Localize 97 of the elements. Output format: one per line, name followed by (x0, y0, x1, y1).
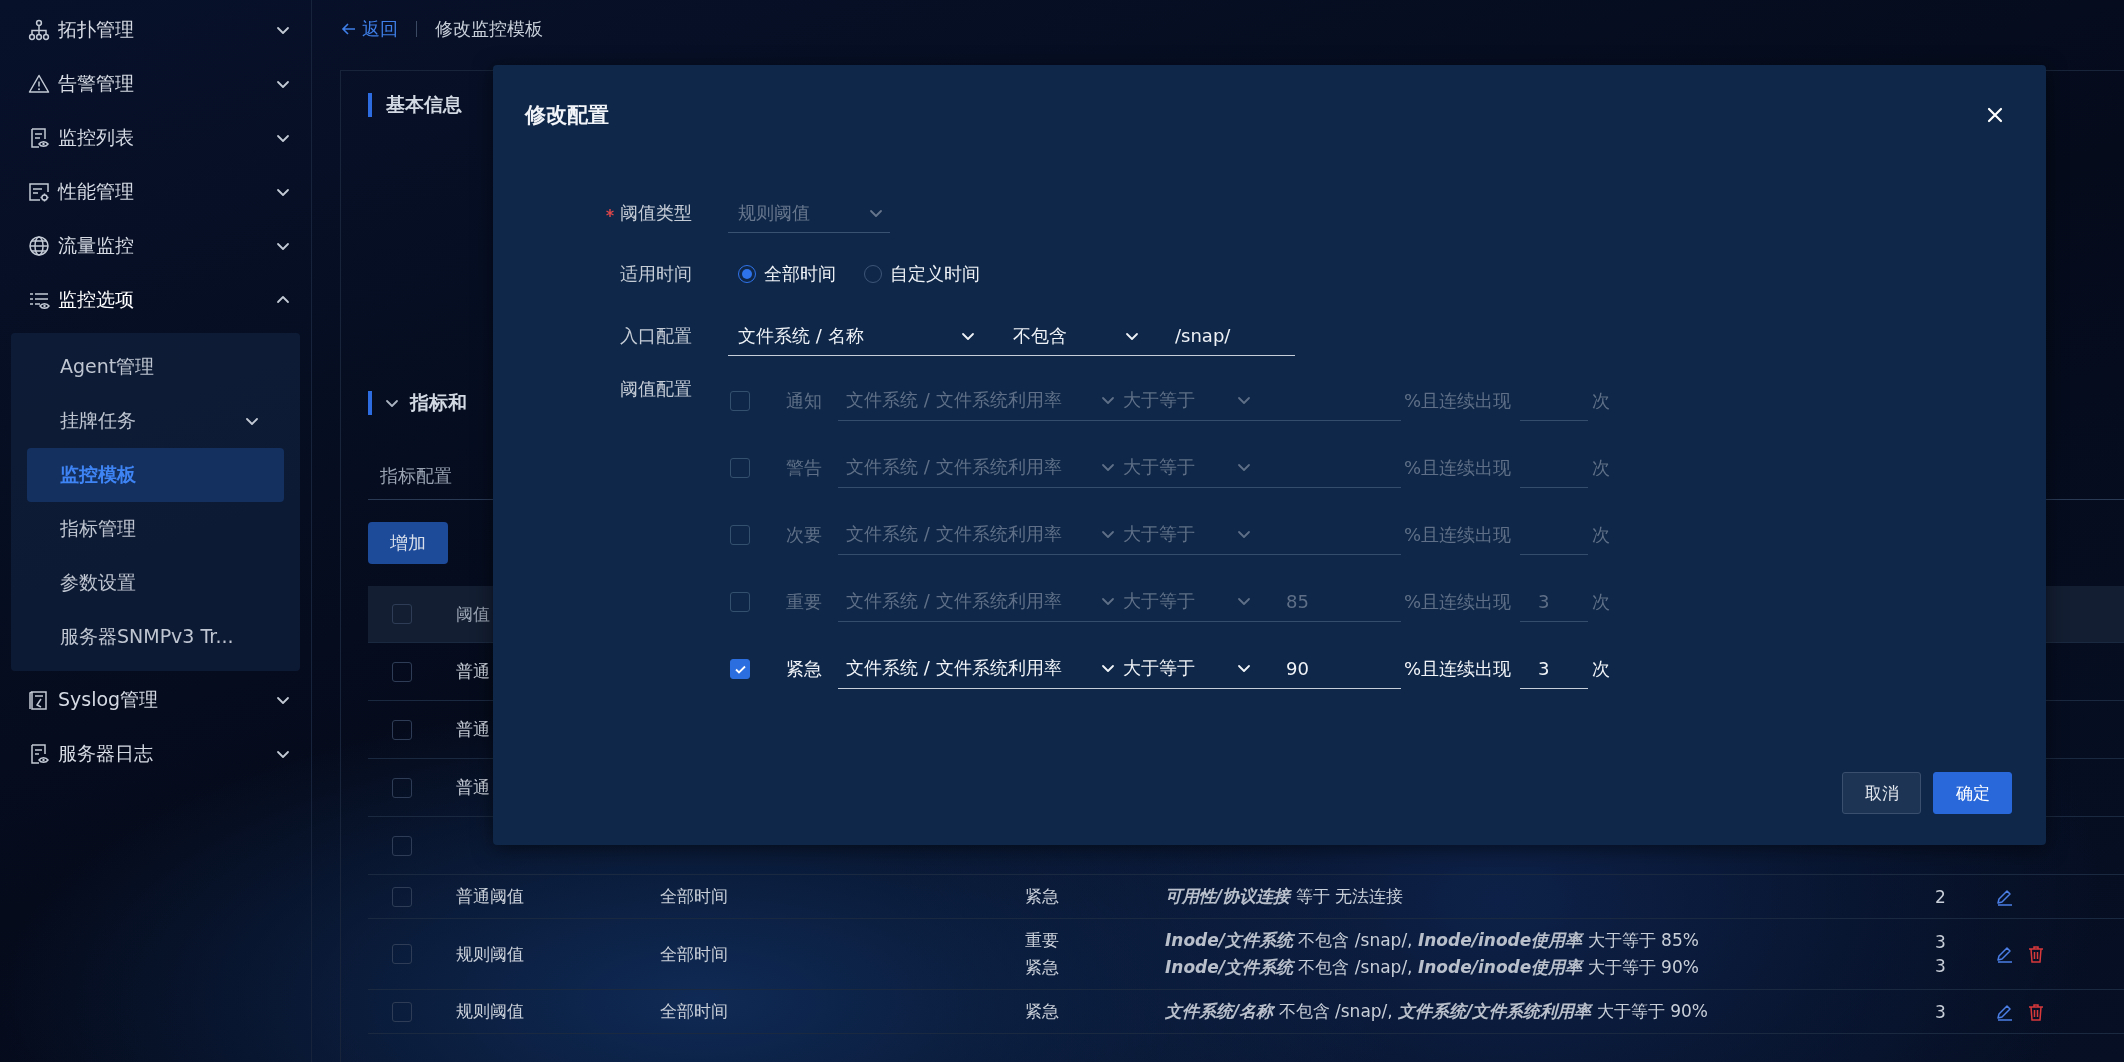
submenu-item[interactable]: 监控模板 (27, 448, 284, 502)
back-link[interactable]: 返回 (340, 17, 398, 41)
table-cell-text: 普通 (456, 718, 491, 741)
close-icon[interactable] (1986, 106, 2004, 124)
operator-select[interactable]: 不包含 (996, 316, 1150, 356)
checkbox[interactable] (392, 1001, 412, 1022)
value-field[interactable]: /snap/ (1150, 316, 1295, 356)
field-label: 阈值类型 (620, 201, 692, 225)
column-header: 阈值 (456, 602, 491, 626)
table-cell-text: 3 (1935, 932, 1947, 952)
submenu-item[interactable]: 服务器SNMPv3 Tr... (27, 610, 284, 664)
menu-item[interactable]: 拓扑管理 (0, 3, 311, 57)
field-label: %且连续出现 (1404, 388, 1513, 413)
field-label: 阈值配置 (620, 377, 692, 401)
document-pen-icon (28, 689, 50, 711)
table-cell-text: 2 (1935, 886, 1947, 907)
submenu-item[interactable]: 参数设置 (27, 556, 284, 610)
table-cell-text: 规则阈值 (456, 1000, 525, 1023)
field-label: %且连续出现 (1404, 589, 1513, 614)
checkbox[interactable] (730, 524, 750, 545)
unit-label: 次 (1592, 388, 1610, 413)
globe-icon (28, 235, 50, 257)
checkbox[interactable] (392, 835, 412, 856)
radio-option[interactable]: 自定义时间 (864, 262, 980, 286)
table-cell-text: 紧急 (1025, 885, 1060, 908)
table-cell-text: 紧急 (1025, 956, 1060, 979)
table-cell-text: 普通 (456, 660, 491, 683)
tab[interactable]: 指标配置 (368, 453, 464, 499)
checkbox[interactable] (392, 661, 412, 682)
table-cell-text: 全部时间 (660, 885, 729, 908)
table-cell-text: 3 (1935, 956, 1947, 976)
checkbox[interactable] (392, 886, 412, 907)
edit-icon[interactable] (1995, 945, 2013, 963)
table-cell-text: 重要 (1025, 929, 1060, 952)
checkbox[interactable] (730, 390, 750, 411)
level-label: 通知 (786, 388, 823, 413)
value-field[interactable]: 90 (1256, 648, 1401, 689)
menu-item[interactable]: 告警管理 (0, 57, 311, 111)
field-label: 入口配置 (620, 324, 692, 348)
checkbox[interactable] (392, 719, 412, 740)
add-button[interactable]: 增加 (368, 522, 448, 564)
menu-item[interactable]: 性能管理 (0, 165, 311, 219)
metric-select[interactable]: 文件系统 / 名称 (728, 316, 996, 356)
unit-label: 次 (1592, 589, 1610, 614)
field-label: %且连续出现 (1404, 656, 1513, 681)
checkbox[interactable] (392, 944, 412, 964)
checkbox[interactable] (730, 591, 750, 612)
menu-item[interactable]: 服务器日志 (0, 727, 311, 781)
operator-select[interactable]: 大于等于 (1116, 648, 1256, 689)
delete-icon[interactable] (2027, 945, 2045, 963)
table-cell-text: 3 (1935, 1001, 1947, 1022)
menu-item[interactable]: Syslog管理 (0, 673, 311, 727)
table-cell-text: Inode/文件系统 不包含 /snap/, Inode/inode使用率 大于等于 85% (1165, 929, 1700, 952)
unit-label: 次 (1592, 656, 1610, 681)
checkbox[interactable] (392, 777, 412, 798)
table-cell-text: 规则阈值 (456, 942, 525, 966)
metric-select[interactable]: 文件系统 / 文件系统利用率 (838, 648, 1116, 689)
field-label: %且连续出现 (1404, 455, 1513, 480)
level-label: 警告 (786, 455, 823, 480)
checkbox[interactable] (730, 457, 750, 478)
table-cell-text: 紧急 (1025, 1000, 1060, 1023)
delete-icon[interactable] (2027, 1002, 2045, 1021)
checkbox[interactable] (392, 604, 412, 624)
confirm-button[interactable]: 确定 (1933, 772, 2012, 814)
document-eye-icon (28, 743, 50, 765)
table-cell-text: 普通阈值 (456, 885, 525, 908)
table-cell-text: 全部时间 (660, 1000, 729, 1023)
table-cell-text: 全部时间 (660, 942, 729, 966)
topology-icon (28, 19, 50, 41)
unit-label: 次 (1592, 522, 1610, 547)
page-title: 修改监控模板 (435, 17, 543, 41)
level-label: 重要 (786, 589, 823, 614)
level-label: 紧急 (786, 656, 823, 681)
menu-item[interactable]: 监控选项 (0, 273, 311, 327)
table-cell-text: 可用性/协议连接 等于 无法连接 (1165, 885, 1405, 908)
section-title: 指标和 (410, 390, 467, 415)
unit-label: 次 (1592, 455, 1610, 480)
document-gear-icon (28, 181, 50, 203)
submenu-item[interactable]: 指标管理 (27, 502, 284, 556)
document-eye-icon (28, 127, 50, 149)
menu-item[interactable]: 监控列表 (0, 111, 311, 165)
table-cell-text: 普通 (456, 776, 491, 799)
warning-icon (28, 73, 50, 95)
submenu-item[interactable]: Agent管理 (27, 340, 284, 394)
cancel-button[interactable]: 取消 (1842, 772, 1921, 814)
table-cell-text: Inode/文件系统 不包含 /snap/, Inode/inode使用率 大于等于 90% (1165, 956, 1700, 979)
table-cell-text: 文件系统/名称 不包含 /snap/, 文件系统/文件系统利用率 大于等于 90% (1165, 1000, 1709, 1023)
level-label: 次要 (786, 522, 823, 547)
radio-option[interactable]: 全部时间 (738, 262, 836, 286)
submenu-item[interactable]: 挂牌任务 (27, 394, 284, 448)
checkbox[interactable] (730, 658, 750, 679)
menu-item[interactable]: 流量监控 (0, 219, 311, 273)
edit-icon[interactable] (1995, 1002, 2013, 1021)
field-label: 适用时间 (620, 262, 692, 286)
field-label: %且连续出现 (1404, 522, 1513, 547)
count-field[interactable]: 3 (1520, 648, 1588, 689)
edit-icon[interactable] (1995, 887, 2013, 906)
